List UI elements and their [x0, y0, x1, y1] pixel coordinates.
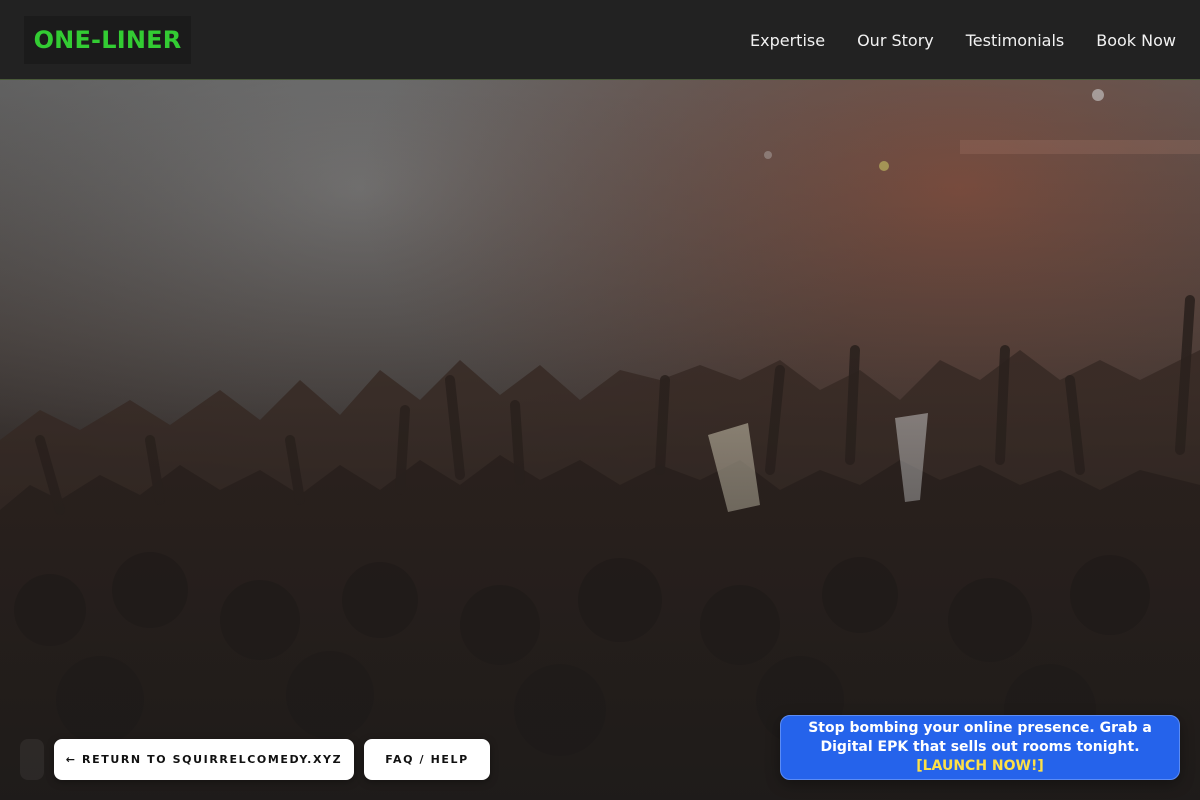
promo-content: Stop bombing your online presence. Grab … [803, 719, 1157, 776]
promo-cta-link[interactable]: [LAUNCH NOW!] [916, 758, 1044, 774]
concert-crowd-image [0, 80, 1200, 800]
nav-link-testimonials[interactable]: Testimonials [966, 31, 1065, 50]
nav-link-expertise[interactable]: Expertise [750, 31, 825, 50]
edge-tab[interactable] [20, 739, 44, 780]
page: ONE-LINER Expertise Our Story Testimonia… [0, 0, 1200, 800]
hero-background [0, 80, 1200, 800]
site-logo[interactable]: ONE-LINER [24, 16, 191, 64]
promo-banner[interactable]: Stop bombing your online presence. Grab … [780, 715, 1180, 780]
faq-help-button[interactable]: FAQ / HELP [364, 739, 490, 780]
promo-text: Stop bombing your online presence. Grab … [808, 720, 1152, 755]
return-to-site-button[interactable]: ← RETURN TO SQUIRRELCOMEDY.XYZ [54, 739, 354, 780]
nav-link-our-story[interactable]: Our Story [857, 31, 934, 50]
site-header: ONE-LINER Expertise Our Story Testimonia… [0, 0, 1200, 80]
main-nav: Expertise Our Story Testimonials Book No… [750, 0, 1176, 80]
nav-link-book-now[interactable]: Book Now [1096, 31, 1176, 50]
